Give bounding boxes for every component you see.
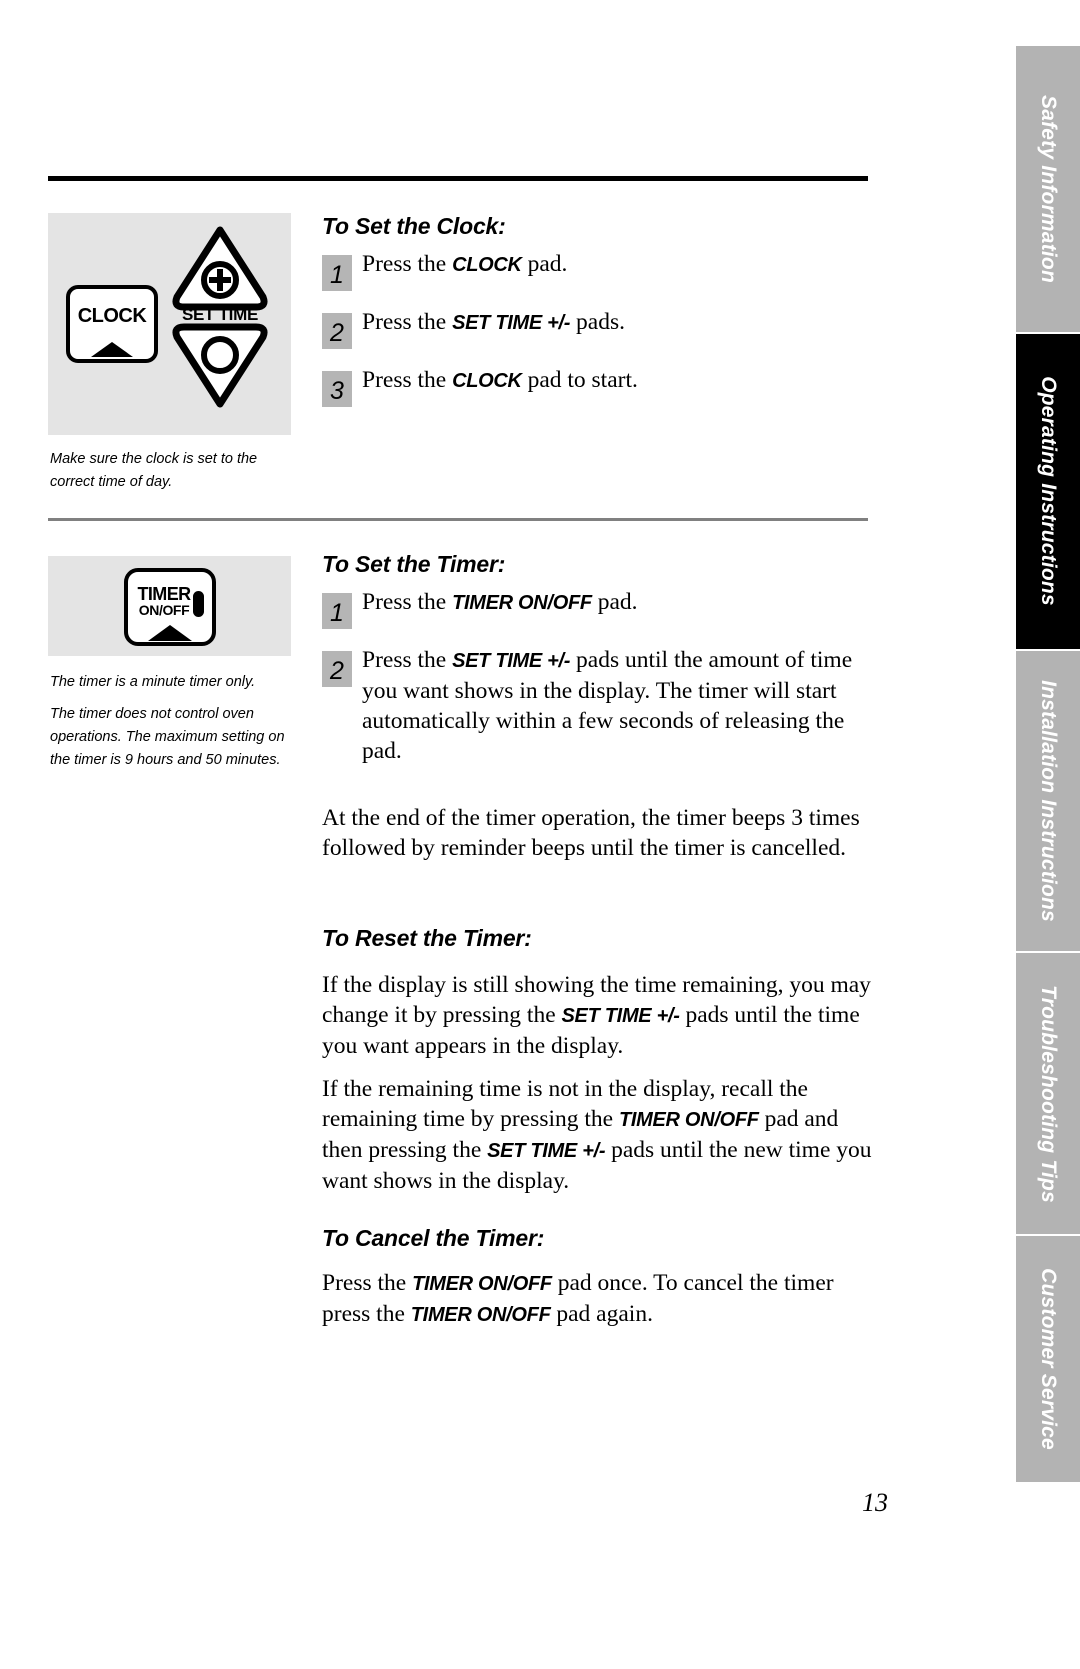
clock-controls-figure: CLOCK SET TIME	[48, 213, 291, 435]
sidebar-tab-label: Safety Information	[1037, 94, 1060, 283]
step-text-pre: Press the	[362, 647, 453, 673]
sidebar-tab-label: Installation Instructions	[1037, 680, 1061, 922]
clock-figure-caption: Make sure the clock is set to the correc…	[50, 451, 258, 490]
section-tab-sidebar: Safety Information Operating Instruction…	[1016, 46, 1080, 1482]
step-text-pre: Press the	[362, 251, 453, 277]
pad-name-emphasis: TIMER ON/OFF	[452, 592, 592, 614]
step-text-post: pad.	[591, 589, 638, 615]
step-number-badge: 1	[322, 255, 352, 291]
top-rule	[48, 176, 868, 181]
manual-page: Safety Information Operating Instruction…	[0, 0, 1080, 1669]
timer-pad-label-line2: ON/OFF	[138, 602, 190, 618]
step-text-post: pad.	[521, 251, 568, 277]
heading-set-the-clock: To Set the Clock:	[322, 213, 506, 239]
pad-name-emphasis: TIMER ON/OFF	[410, 1304, 551, 1326]
clock-pad-arrow-icon	[91, 342, 133, 357]
paragraph-text: Press the	[322, 1270, 413, 1296]
heading-cancel-the-timer: To Cancel the Timer:	[322, 1225, 545, 1251]
sidebar-tab-customer-service[interactable]: Customer Service	[1016, 1236, 1080, 1482]
step-number-badge: 1	[322, 593, 352, 629]
sidebar-tab-label: Troubleshooting Tips	[1037, 984, 1061, 1203]
set-time-pads-graphic: SET TIME	[170, 225, 270, 425]
pad-name-emphasis: SET TIME +/-	[452, 650, 571, 672]
pad-name-emphasis: SET TIME +/-	[452, 312, 571, 334]
timer-pad-arrow-icon	[148, 625, 192, 641]
timer-figure-caption-1: The timer is a minute timer only.	[50, 674, 256, 690]
step-number-badge: 2	[322, 313, 352, 349]
pad-name-emphasis: TIMER ON/OFF	[618, 1109, 759, 1131]
pad-name-emphasis: SET TIME +/-	[561, 1005, 680, 1027]
step-text-pre: Press the	[362, 589, 453, 615]
sidebar-tab-operating-instructions[interactable]: Operating Instructions	[1016, 333, 1080, 650]
step-item: 3 Press the CLOCK pad to start.	[322, 367, 868, 407]
set-time-plus-triangle-icon	[172, 226, 268, 311]
sidebar-tab-label: Customer Service	[1037, 1268, 1061, 1451]
step-text-post: pad to start.	[521, 367, 638, 393]
sidebar-tab-label: Operating Instructions	[1037, 376, 1060, 607]
sidebar-tab-safety-information[interactable]: Safety Information	[1016, 46, 1080, 332]
step-text: Press the SET TIME +/- pads until the am…	[352, 645, 868, 766]
step-text: Press the TIMER ON/OFF pad.	[352, 587, 868, 618]
set-timer-steps-list: 1 Press the TIMER ON/OFF pad. 2 Press th…	[322, 589, 868, 788]
set-time-minus-triangle-icon	[172, 323, 268, 408]
timer-indicator-icon	[193, 591, 204, 617]
step-item: 1 Press the TIMER ON/OFF pad.	[322, 589, 868, 629]
pad-name-emphasis: CLOCK	[452, 254, 522, 276]
sidebar-tab-installation-instructions[interactable]: Installation Instructions	[1016, 651, 1080, 951]
clock-pad-graphic: CLOCK	[66, 285, 158, 363]
step-text-pre: Press the	[362, 367, 453, 393]
timer-control-figure: TIMER ON/OFF	[48, 556, 291, 656]
set-time-label: SET TIME	[182, 305, 258, 324]
reset-timer-paragraph-1: If the display is still showing the time…	[322, 970, 874, 1061]
step-item: 1 Press the CLOCK pad.	[322, 251, 868, 291]
pad-name-emphasis: TIMER ON/OFF	[412, 1273, 552, 1295]
step-item: 2 Press the SET TIME +/- pads until the …	[322, 647, 868, 766]
step-number-badge: 2	[322, 651, 352, 687]
cancel-timer-paragraph: Press the TIMER ON/OFF pad once. To canc…	[322, 1268, 874, 1330]
section-divider-rule	[48, 518, 868, 521]
step-text-post: pads.	[570, 309, 625, 335]
page-number: 13	[862, 1488, 888, 1517]
heading-set-the-timer: To Set the Timer:	[322, 551, 506, 577]
step-text: Press the CLOCK pad.	[352, 249, 868, 280]
pad-name-emphasis: CLOCK	[452, 370, 522, 392]
paragraph-text: pad again.	[550, 1301, 653, 1327]
step-item: 2 Press the SET TIME +/- pads.	[322, 309, 868, 349]
sidebar-tab-troubleshooting-tips[interactable]: Troubleshooting Tips	[1016, 952, 1080, 1235]
page-content: CLOCK SET TIME Make sure the clock is se…	[0, 0, 905, 1669]
clock-pad-label: CLOCK	[77, 305, 147, 327]
reset-timer-paragraph-2: If the remaining time is not in the disp…	[322, 1074, 874, 1196]
heading-reset-the-timer: To Reset the Timer:	[322, 925, 532, 951]
timer-figure-caption-2: The timer does not control oven operatio…	[50, 706, 285, 768]
step-text-pre: Press the	[362, 309, 453, 335]
timer-end-behavior-paragraph: At the end of the timer operation, the t…	[322, 805, 860, 861]
timer-pad-graphic: TIMER ON/OFF	[124, 568, 216, 646]
step-text: Press the SET TIME +/- pads.	[352, 307, 868, 338]
step-text: Press the CLOCK pad to start.	[352, 365, 868, 396]
pad-name-emphasis: SET TIME +/-	[487, 1140, 606, 1162]
step-number-badge: 3	[322, 371, 352, 407]
set-clock-steps-list: 1 Press the CLOCK pad. 2 Press the SET T…	[322, 251, 868, 429]
